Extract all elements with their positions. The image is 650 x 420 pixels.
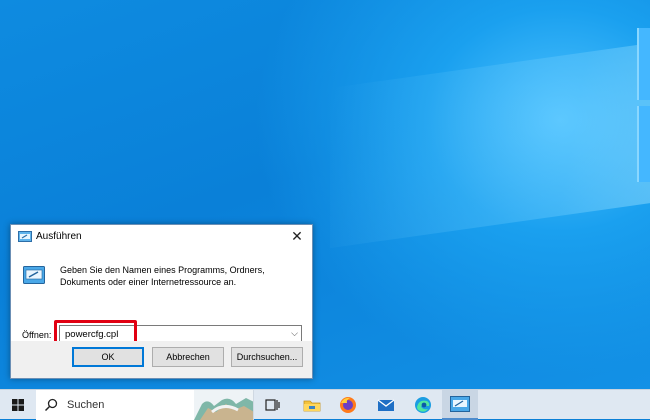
desktop: Ausführen ✕ Geben Sie den Namen eines Pr… [0,0,650,389]
dialog-titlebar: Ausführen ✕ [11,225,312,249]
dialog-body: Geben Sie den Namen eines Programms, Ord… [11,249,312,349]
dialog-description: Geben Sie den Namen eines Programms, Ord… [60,265,265,287]
chevron-down-icon[interactable]: ⌵ [291,328,298,339]
search-placeholder: Suchen [67,399,105,411]
taskbar-search[interactable]: Suchen [36,390,254,420]
taskbar: Suchen [0,389,650,420]
open-label: Öffnen: [22,330,52,340]
wallpaper-window-pane [637,28,650,100]
run-app-icon [18,231,32,242]
dialog-button-bar: OK Abbrechen Durchsuchen... [11,341,312,378]
search-highlight-image [194,390,253,420]
close-icon[interactable]: ✕ [288,227,306,245]
wallpaper-light-beam [330,31,650,249]
cancel-button[interactable]: Abbrechen [152,347,224,367]
ok-button[interactable]: OK [72,347,144,367]
run-dialog: Ausführen ✕ Geben Sie den Namen eines Pr… [10,224,313,379]
dialog-title: Ausführen [36,231,82,242]
edge-icon[interactable] [413,395,433,415]
search-icon [44,398,58,412]
file-explorer-icon[interactable] [302,395,322,415]
firefox-icon[interactable] [338,395,358,415]
run-app-icon [450,396,470,412]
taskbar-run-app[interactable] [442,390,478,420]
mail-icon[interactable] [376,395,396,415]
task-view-icon[interactable] [262,395,282,415]
browse-button[interactable]: Durchsuchen... [231,347,303,367]
run-icon [23,266,45,284]
windows-start-icon[interactable] [0,390,36,420]
wallpaper-window-pane [637,106,650,182]
